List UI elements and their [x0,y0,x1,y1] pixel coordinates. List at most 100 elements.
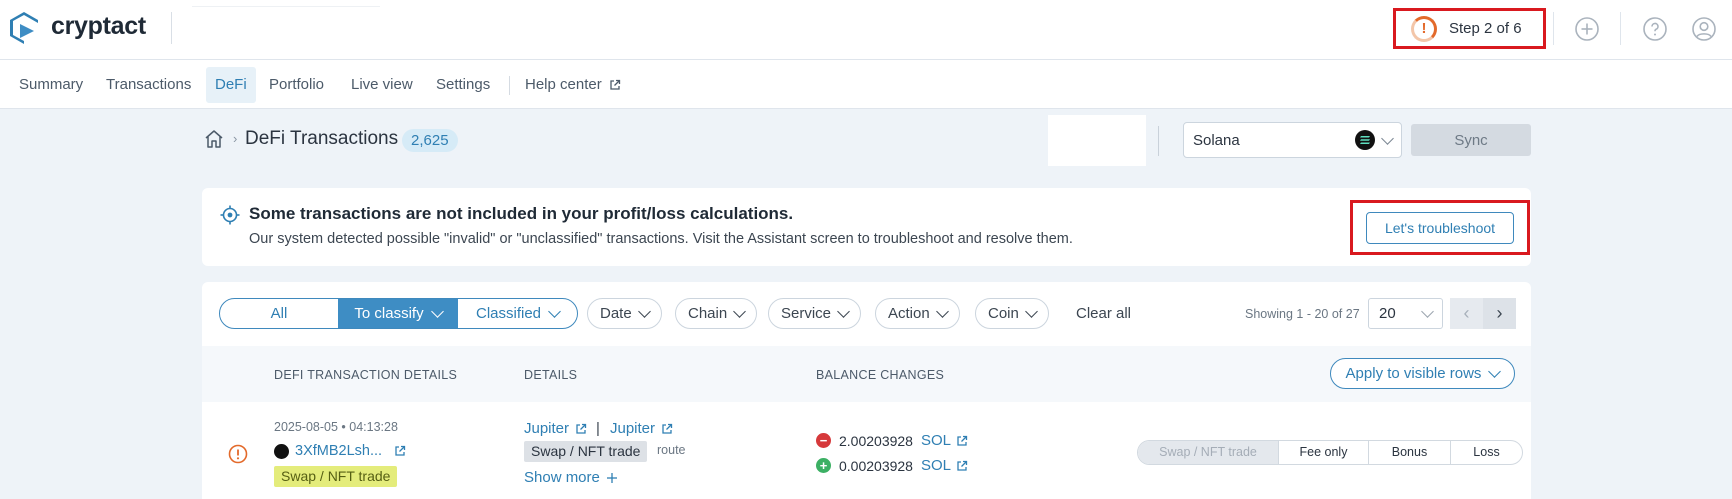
balance-amount: 2.00203928 [839,432,913,449]
help-icon[interactable] [1642,16,1668,42]
chevron-down-icon [430,305,444,318]
cryptact-logo-icon[interactable] [10,12,38,44]
nav-help-center[interactable]: Help center [525,67,621,103]
nav-defi[interactable]: DeFi [206,67,256,103]
filter-coin[interactable]: Coin [975,298,1049,329]
transaction-count-badge: 2,625 [402,129,458,152]
nav-summary[interactable]: Summary [19,67,83,103]
pagination-summary: Showing 1 - 20 of 27 [1245,307,1360,321]
nav-separator [509,76,510,95]
filter-classified[interactable]: Classified [458,299,577,328]
action-bonus[interactable]: Bonus [1368,441,1450,464]
chevron-down-icon [548,305,561,318]
table-header: DEFI TRANSACTION DETAILS DETAILS BALANCE… [202,346,1531,402]
main-nav: Summary Transactions DeFi Portfolio Live… [0,60,1732,109]
balance-symbol-link[interactable]: SOL [921,432,968,449]
plus-icon [606,472,617,483]
external-link-icon [610,79,620,90]
service-separator: | [596,420,600,437]
header-divider [171,12,172,44]
external-link-icon [957,435,968,446]
warning-ring-icon: ! [1411,15,1437,42]
row-service-link-2[interactable]: Jupiter [610,420,673,437]
filter-action-label: Action [888,305,930,322]
chevron-down-icon [1024,305,1038,318]
step-label: Step 2 of 6 [1449,20,1522,37]
clear-all-filters-link[interactable]: Clear all [1076,305,1131,322]
chevron-down-icon [1421,305,1434,318]
row-timestamp: 2025-08-05 • 04:13:28 [274,420,398,434]
nav-live-view[interactable]: Live view [351,67,413,103]
alert-title: Some transactions are not included in yo… [249,204,794,223]
prev-page-button[interactable]: ‹ [1450,298,1483,329]
apply-to-visible-rows-label: Apply to visible rows [1345,365,1482,382]
blank-panel [1048,115,1146,166]
header-separator [1620,12,1621,45]
row-detail-tag: Swap / NFT trade [524,441,648,462]
filter-service[interactable]: Service [768,298,862,329]
row-service-1-label: Jupiter [524,420,570,437]
brand-name[interactable]: cryptact [51,12,146,41]
troubleshoot-button[interactable]: Let's troubleshoot [1366,211,1514,244]
nav-settings[interactable]: Settings [436,67,490,103]
filter-to-classify[interactable]: To classify [338,299,458,328]
chain-select-value: Solana [1193,131,1240,149]
filter-action[interactable]: Action [875,298,960,329]
add-icon[interactable] [1574,16,1600,42]
chevron-down-icon [637,305,651,318]
column-header-details: DETAILS [524,368,578,382]
next-page-button[interactable]: › [1483,298,1516,329]
plus-icon: + [816,458,831,473]
balance-symbol: SOL [920,457,951,474]
header-faint-line [192,6,380,7]
column-header-defi-details: DEFI TRANSACTION DETAILS [274,368,458,382]
title-row-separator [1158,126,1159,156]
show-more-label: Show more [524,469,600,486]
chevron-down-icon [935,305,949,318]
chevron-down-icon [733,305,747,318]
chain-select[interactable]: Solana [1183,122,1402,158]
home-icon[interactable] [204,129,224,149]
row-transaction-hash[interactable]: 3XfMB2Lsh... [274,443,406,459]
column-header-balance-changes: BALANCE CHANGES [816,368,945,382]
target-icon [220,205,240,225]
page-title: DeFi Transactions [245,128,399,149]
filter-to-classify-label: To classify [354,305,424,322]
balance-symbol-link[interactable]: SOL [921,457,968,474]
page-size-select[interactable]: 20 [1368,298,1443,329]
nav-portfolio[interactable]: Portfolio [269,67,324,103]
external-link-icon [662,423,673,434]
action-fee-only[interactable]: Fee only [1278,441,1368,464]
breadcrumb-chevron-icon: › [233,131,238,146]
row-service-link-1[interactable]: Jupiter [524,420,587,437]
user-icon[interactable] [1691,16,1717,42]
header-separator [1553,12,1554,45]
classification-filter: All To classify Classified [219,298,578,329]
onboarding-step-indicator[interactable]: ! Step 2 of 6 [1393,8,1546,49]
action-loss[interactable]: Loss [1450,441,1522,464]
show-more-button[interactable]: Show more [524,469,618,486]
action-swap-nft-trade[interactable]: Swap / NFT trade [1138,441,1278,464]
troubleshoot-highlight: Let's troubleshoot [1350,200,1530,255]
sync-button[interactable]: Sync [1411,124,1531,156]
filter-all[interactable]: All [220,299,338,328]
filter-chain-label: Chain [688,305,728,322]
balance-symbol: SOL [920,432,951,449]
solana-icon [1355,130,1375,150]
solana-icon [274,443,289,459]
filter-classified-label: Classified [475,305,542,322]
transactions-table-card: All To classify Classified Date Chain Se… [202,282,1531,499]
filter-coin-label: Coin [988,305,1019,322]
filter-date[interactable]: Date [587,298,662,329]
external-link-icon[interactable] [394,445,406,457]
apply-to-visible-rows-button[interactable]: Apply to visible rows [1330,358,1515,389]
filter-chain[interactable]: Chain [675,298,758,329]
row-type-tag: Swap / NFT trade [274,466,398,487]
pagination-controls: ‹ › [1450,298,1516,329]
row-action-selector: Swap / NFT trade Fee only Bonus Loss [1137,440,1523,465]
row-detail-note: route [657,443,686,457]
nav-transactions[interactable]: Transactions [106,67,191,103]
alert-description: Our system detected possible "invalid" o… [249,231,1073,247]
pnl-warning-alert: Some transactions are not included in yo… [202,188,1531,266]
external-link-icon [576,423,587,434]
